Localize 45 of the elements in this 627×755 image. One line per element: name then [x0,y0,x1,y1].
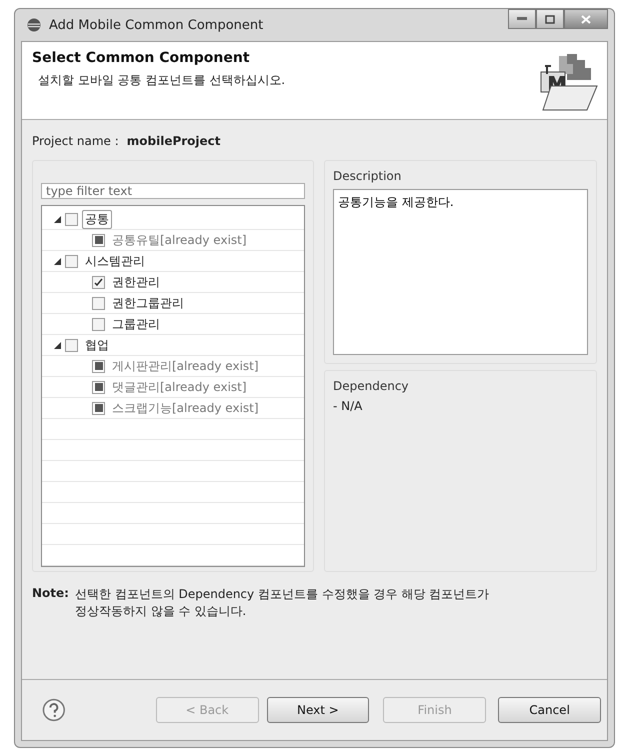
tree-item[interactable]: 권한관리 [109,272,163,292]
note-label: Note: [32,586,69,602]
tree-item[interactable]: 댓글관리[already exist] [109,378,250,396]
checkbox[interactable] [92,380,105,394]
tree-item[interactable]: 게시판관리[already exist] [109,356,262,376]
tree-item[interactable]: 그룹관리 [109,314,163,334]
close-button[interactable] [564,9,608,29]
checkbox[interactable] [92,296,105,310]
project-label: Project name : [32,134,119,148]
dependency-text: - N/A [333,399,364,413]
app-icon [27,18,41,32]
project-name: mobileProject [126,134,221,148]
expand-arrow-icon[interactable] [54,258,61,264]
checkbox[interactable] [92,360,105,372]
maximize-button[interactable] [536,9,564,29]
tree-item[interactable]: 협업 [82,336,112,354]
expand-arrow-icon[interactable] [54,342,61,348]
description-label: Description [333,169,402,183]
note-text: 선택한 컴포넌트의 Dependency 컴포넌트를 수정했을 경우 해당 컴포넌트가 정상작동하지 않을 수 있습니다. [74,586,490,620]
tree-item[interactable]: 스크랩기능[already exist] [109,398,262,418]
checkbox[interactable] [65,254,78,268]
wizard-button[interactable]: Cancel [498,697,601,723]
expand-arrow-icon[interactable] [54,216,61,222]
page-subtitle: 설치할 모바일 공통 컴포넌트를 선택하십시오. [37,72,286,89]
checkbox[interactable] [92,318,105,330]
tree-item[interactable]: 공통유틸[already exist] [109,230,250,250]
minimize-button[interactable] [508,9,536,29]
checkbox[interactable] [65,338,78,352]
checkbox[interactable] [92,402,105,414]
window-title: Add Mobile Common Component [49,18,264,32]
help-icon[interactable] [42,698,66,722]
checkbox[interactable] [92,276,105,288]
description-text: 공통기능을 제공한다. [333,189,588,355]
tree-item[interactable]: 권한그룹관리 [109,294,187,312]
wizard-button[interactable]: Next > [266,697,370,723]
tree-item[interactable]: 공통 [82,210,112,228]
close-icon [581,14,591,24]
minimize-icon [517,17,527,21]
checkbox[interactable] [65,212,78,226]
tree-item[interactable]: 시스템관리 [82,252,148,270]
page-title: Select Common Component [32,50,251,66]
checkbox[interactable] [92,234,105,246]
dependency-label: Dependency [333,379,410,393]
maximize-icon [545,14,555,24]
filter-field[interactable]: type filter text [41,183,305,199]
